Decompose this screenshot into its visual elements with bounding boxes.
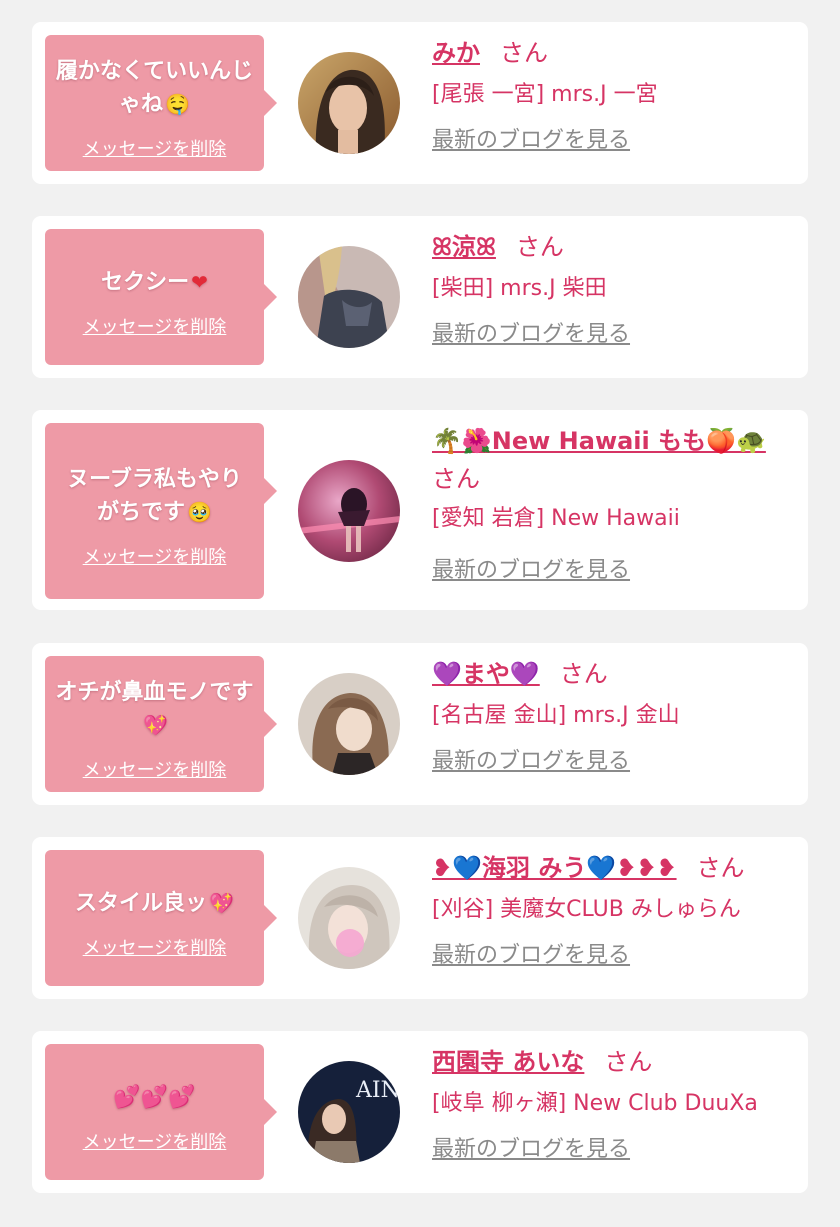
sender-name-link[interactable]: 💜まや💜 — [432, 660, 540, 688]
message-card: スタイル良ッ 💖 メッセージを削除 ❥💙海羽 みう💙❥❥❥ さん [刈谷] 美魔女C… — [32, 837, 808, 999]
message-list-page: 履かなくていいんじゃね 🤤 メッセージを削除 みか さん [尾張 一宮] mrs.J… — [0, 0, 840, 1227]
sender-info: 💜まや💜 さん [名古屋 金山] mrs.J 金山 最新のブログを見る — [432, 657, 802, 777]
comment-bubble: スタイル良ッ 💖 メッセージを削除 — [45, 850, 277, 986]
shop-label: [柴田] mrs.J 柴田 — [432, 276, 607, 301]
sender-name-line: 🌴🌺New Hawaii もも🍑🐢 さん — [432, 422, 802, 498]
sender-info: みか さん [尾張 一宮] mrs.J 一宮 最新のブログを見る — [432, 36, 802, 156]
shop-label: [愛知 岩倉] New Hawaii — [432, 506, 680, 531]
honorific: さん — [500, 39, 548, 67]
avatar[interactable] — [298, 867, 400, 969]
shop-label: [名古屋 金山] mrs.J 金山 — [432, 703, 680, 728]
avatar-brand-text: AINA — [355, 1078, 400, 1103]
comment-bubble: 履かなくていいんじゃね 🤤 メッセージを削除 — [45, 35, 277, 171]
comment-bubble: セクシー ❤ メッセージを削除 — [45, 229, 277, 365]
avatar[interactable] — [298, 460, 400, 562]
sender-info: 西園寺 あいな さん [岐阜 柳ヶ瀬] New Club DuuXa 最新のブログ… — [432, 1045, 802, 1165]
sender-name-line: みか さん — [432, 36, 802, 70]
latest-blog-link[interactable]: 最新のブログを見る — [432, 747, 802, 777]
latest-blog-link[interactable]: 最新のブログを見る — [432, 320, 802, 350]
avatar[interactable] — [298, 52, 400, 154]
sender-name-link[interactable]: ꕤ涼ꕤ — [432, 233, 496, 261]
shop-label: [尾張 一宮] mrs.J 一宮 — [432, 82, 658, 107]
latest-blog-link[interactable]: 最新のブログを見る — [432, 1135, 802, 1165]
avatar-image — [298, 246, 400, 348]
shop-label: [刈谷] 美魔女CLUB みしゅらん — [432, 897, 741, 922]
shop-label: [岐阜 柳ヶ瀬] New Club DuuXa — [432, 1091, 758, 1116]
honorific: さん — [515, 233, 564, 261]
message-card: 履かなくていいんじゃね 🤤 メッセージを削除 みか さん [尾張 一宮] mrs.J… — [32, 22, 808, 184]
avatar-image: AINA — [298, 1061, 400, 1163]
avatar-image — [298, 460, 400, 562]
avatar[interactable] — [298, 673, 400, 775]
message-card: セクシー ❤ メッセージを削除 ꕤ涼ꕤ さん [柴田] mrs.J 柴田 最新のブロ… — [32, 216, 808, 378]
message-card: 💕💕💕 メッセージを削除 AINA 西園寺 あいなさん [岐阜 柳ヶ瀬] New… — [32, 1031, 808, 1193]
sender-name-line: ❥💙海羽 みう💙❥❥❥ さん — [432, 851, 802, 885]
comment-text: 履かなくていいんじゃね 🤤 — [55, 59, 254, 117]
latest-blog-link[interactable]: 最新のブログを見る — [432, 556, 802, 586]
sender-name-link[interactable]: ❥💙海羽 みう💙❥❥❥ — [432, 854, 677, 882]
comment-bubble: 💕💕💕 メッセージを削除 — [45, 1044, 277, 1180]
comment-text: 💕💕💕 — [113, 1081, 195, 1114]
comment-bubble: オチが鼻血モノです💖 メッセージを削除 — [45, 656, 277, 792]
sparkling-heart-icon: 💖 — [143, 713, 168, 737]
sender-info: ❥💙海羽 みう💙❥❥❥ さん [刈谷] 美魔女CLUB みしゅらん 最新のブログを… — [432, 851, 802, 971]
delete-message-link[interactable]: メッセージを削除 — [83, 756, 227, 782]
honorific: さん — [696, 854, 745, 882]
comment-bubble: ヌーブラ私もやりがちです 🥹 メッセージを削除 — [45, 423, 277, 599]
drooling-face-icon: 🤤 — [165, 92, 190, 116]
red-heart-icon: ❤ — [191, 269, 208, 294]
avatar-image — [298, 52, 400, 154]
avatar-image — [298, 673, 400, 775]
sender-name-link[interactable]: 🌴🌺New Hawaii もも🍑🐢 — [432, 427, 766, 455]
sender-name-link[interactable]: みか — [432, 39, 480, 67]
comment-text: スタイル良ッ 💖 — [75, 890, 234, 916]
sender-info: 🌴🌺New Hawaii もも🍑🐢 さん [愛知 岩倉] New Hawaii 最… — [432, 422, 802, 586]
honorific: さん — [559, 660, 608, 688]
sparkling-heart-icon: 💖 — [209, 890, 234, 915]
sender-name-line: 💜まや💜 さん — [432, 657, 802, 691]
message-card: オチが鼻血モノです💖 メッセージを削除 💜まや💜 さん [名古屋 金山] mrs.… — [32, 643, 808, 805]
comment-text: ヌーブラ私もやりがちです 🥹 — [67, 467, 242, 525]
pleading-face-icon: 🥹 — [187, 500, 212, 524]
avatar[interactable] — [298, 246, 400, 348]
delete-message-link[interactable]: メッセージを削除 — [83, 135, 227, 161]
delete-message-link[interactable]: メッセージを削除 — [83, 934, 227, 960]
avatar[interactable]: AINA — [298, 1061, 400, 1163]
delete-message-link[interactable]: メッセージを削除 — [83, 543, 227, 569]
sender-name-link[interactable]: 西園寺 あいな — [432, 1048, 584, 1076]
honorific: さん — [432, 465, 480, 493]
sender-info: ꕤ涼ꕤ さん [柴田] mrs.J 柴田 最新のブログを見る — [432, 230, 802, 350]
sender-name-line: 西園寺 あいな さん — [432, 1045, 802, 1079]
latest-blog-link[interactable]: 最新のブログを見る — [432, 126, 802, 156]
message-card: ヌーブラ私もやりがちです 🥹 メッセージを削除 🌴🌺New Hawaii もも🍑🐢… — [32, 410, 808, 610]
comment-text: オチが鼻血モノです💖 — [55, 680, 254, 737]
hearts-emoji-icon: 💕💕💕 — [113, 1084, 196, 1110]
latest-blog-link[interactable]: 最新のブログを見る — [432, 941, 802, 971]
avatar-image — [298, 867, 400, 969]
delete-message-link[interactable]: メッセージを削除 — [83, 313, 227, 339]
delete-message-link[interactable]: メッセージを削除 — [83, 1128, 227, 1154]
comment-text: セクシー ❤ — [101, 269, 208, 295]
sender-name-line: ꕤ涼ꕤ さん — [432, 230, 802, 264]
honorific: さん — [604, 1048, 653, 1076]
